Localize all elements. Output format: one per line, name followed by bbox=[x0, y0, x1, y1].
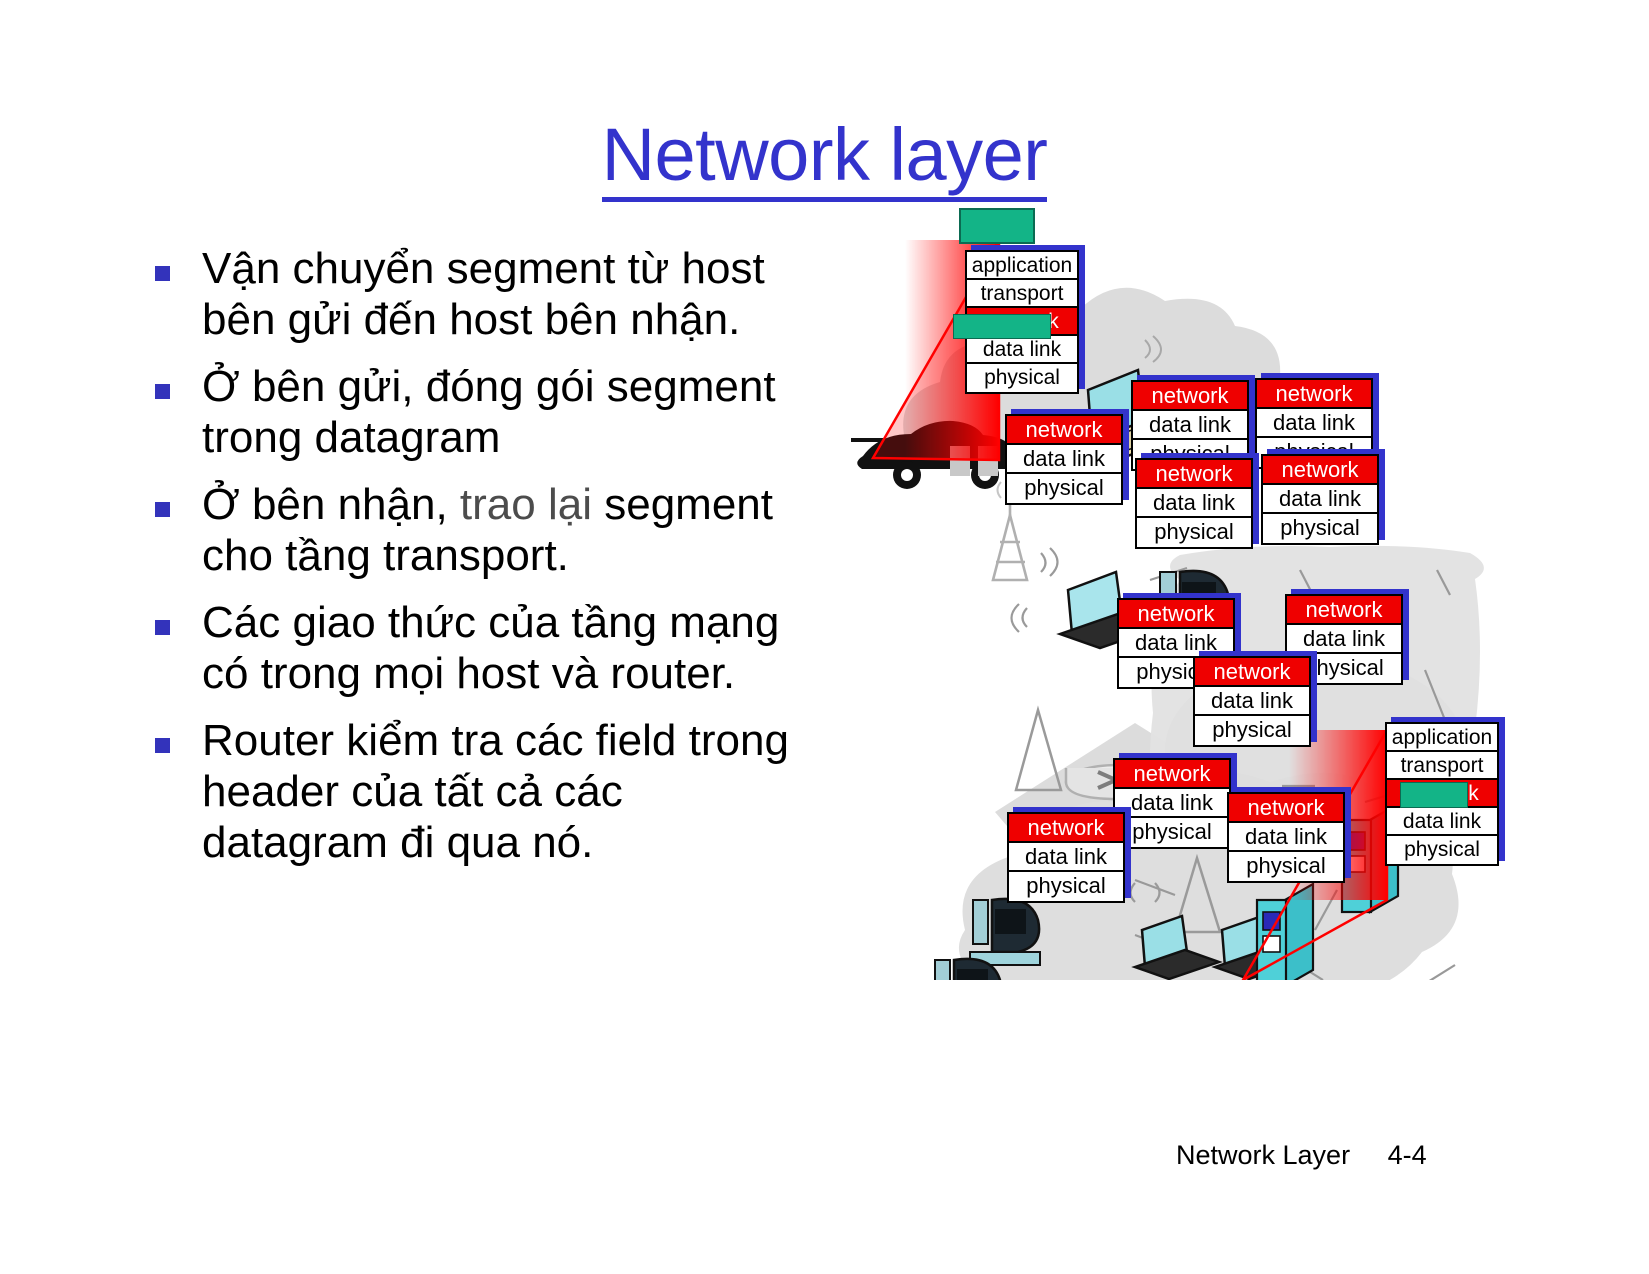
list-item-label: Router kiểm tra các field trong header c… bbox=[202, 716, 789, 868]
list-item-label: Ở bên gửi, đóng gói segment trong datagr… bbox=[202, 362, 776, 463]
page-title: Network layer bbox=[0, 112, 1649, 202]
bullet-list: Vận chuyển segment từ host bên gửi đến h… bbox=[150, 243, 790, 884]
stack-row-physical: physical bbox=[1007, 474, 1121, 503]
stack-row-network: network bbox=[1009, 814, 1123, 843]
bullet-marker-icon bbox=[155, 502, 170, 518]
bullet-marker-icon bbox=[155, 266, 170, 281]
list-item-label: Các giao thức của tầng mạng có trong mọi… bbox=[202, 598, 780, 699]
stack-row-network: network bbox=[1115, 760, 1229, 789]
stack-row-data-link: data link bbox=[1287, 625, 1401, 654]
stack-row-data-link: data link bbox=[1137, 489, 1251, 518]
stack-row-network: network bbox=[1229, 794, 1343, 823]
home-wifi-waves-icon bbox=[1010, 547, 1059, 633]
stack-row-data-link: data link bbox=[1133, 411, 1247, 440]
stack-row-network: network bbox=[1257, 380, 1371, 409]
stack-row-data-link: data link bbox=[1115, 789, 1229, 818]
green-title-overlay-box bbox=[959, 208, 1035, 244]
router-stack-1: network data link physical bbox=[1005, 414, 1123, 505]
cell-tower-icon bbox=[991, 498, 1029, 582]
stack-row-physical: physical bbox=[1387, 836, 1497, 864]
list-item: Ở bên gửi, đóng gói segment trong datagr… bbox=[150, 361, 790, 463]
stack-row-physical: physical bbox=[1229, 852, 1343, 881]
enterprise-desktop-1 bbox=[969, 897, 1041, 966]
network-diagram: application transport network data link … bbox=[845, 190, 1499, 980]
stack-row-network: network bbox=[1007, 416, 1121, 445]
stack-row-network: network bbox=[1287, 596, 1401, 625]
bullet-marker-icon bbox=[155, 738, 170, 754]
list-item-label-emphasis: trao lại bbox=[459, 480, 592, 530]
list-item: Các giao thức của tầng mạng có trong mọi… bbox=[150, 597, 790, 699]
stack-row-application: application bbox=[967, 252, 1077, 280]
stack-row-network: network bbox=[1195, 658, 1309, 687]
list-item: Ở bên nhận, trao lại segment cho tầng tr… bbox=[150, 479, 790, 581]
stack-row-network: network bbox=[1137, 460, 1251, 489]
bullet-marker-icon bbox=[155, 384, 170, 400]
stack-row-data-link: data link bbox=[1119, 629, 1233, 658]
router-stack-8: network data link physical bbox=[1193, 656, 1311, 747]
footer-page-number: 4-4 bbox=[1387, 1140, 1427, 1170]
green-overlay-sender-network bbox=[953, 314, 1051, 339]
stack-row-data-link: data link bbox=[1195, 687, 1309, 716]
stack-row-application: application bbox=[1387, 724, 1497, 752]
stack-row-physical: physical bbox=[1137, 518, 1251, 547]
stack-row-network: network bbox=[1133, 382, 1247, 411]
bullet-marker-icon bbox=[155, 620, 170, 636]
footer-label: Network Layer bbox=[1176, 1140, 1351, 1170]
list-item: Router kiểm tra các field trong header c… bbox=[150, 715, 790, 868]
stack-row-physical: physical bbox=[1263, 514, 1377, 543]
page-title-text: Network layer bbox=[601, 115, 1048, 202]
router-stack-4: network data link physical bbox=[1135, 458, 1253, 549]
stack-row-data-link: data link bbox=[1257, 409, 1371, 438]
stack-row-data-link: data link bbox=[1009, 843, 1123, 872]
stack-row-data-link: data link bbox=[1229, 823, 1343, 852]
list-item-label: Vận chuyển segment từ host bên gửi đến h… bbox=[202, 244, 765, 345]
router-stack-5: network data link physical bbox=[1261, 454, 1379, 545]
stack-row-physical: physical bbox=[967, 364, 1077, 392]
stack-row-transport: transport bbox=[1387, 752, 1497, 780]
slide-footer: Network Layer 4-4 bbox=[1176, 1140, 1427, 1171]
stack-row-physical: physical bbox=[1009, 872, 1123, 901]
router-stack-10: network data link physical bbox=[1007, 812, 1125, 903]
stack-row-data-link: data link bbox=[967, 336, 1077, 364]
green-overlay-receiver-network bbox=[1400, 782, 1468, 808]
stack-row-physical: physical bbox=[1195, 716, 1309, 745]
stack-row-data-link: data link bbox=[1007, 445, 1121, 474]
router-stack-9: network data link physical bbox=[1113, 758, 1231, 849]
stack-row-network: network bbox=[1263, 456, 1377, 485]
stack-row-physical: physical bbox=[1115, 818, 1229, 847]
stack-row-transport: transport bbox=[967, 280, 1077, 308]
router-stack-11: network data link physical bbox=[1227, 792, 1345, 883]
stack-row-data-link: data link bbox=[1387, 808, 1497, 836]
stack-row-data-link: data link bbox=[1263, 485, 1377, 514]
stack-row-network: network bbox=[1119, 600, 1233, 629]
list-item: Vận chuyển segment từ host bên gửi đến h… bbox=[150, 243, 790, 345]
list-item-label: Ở bên nhận, bbox=[202, 480, 460, 530]
